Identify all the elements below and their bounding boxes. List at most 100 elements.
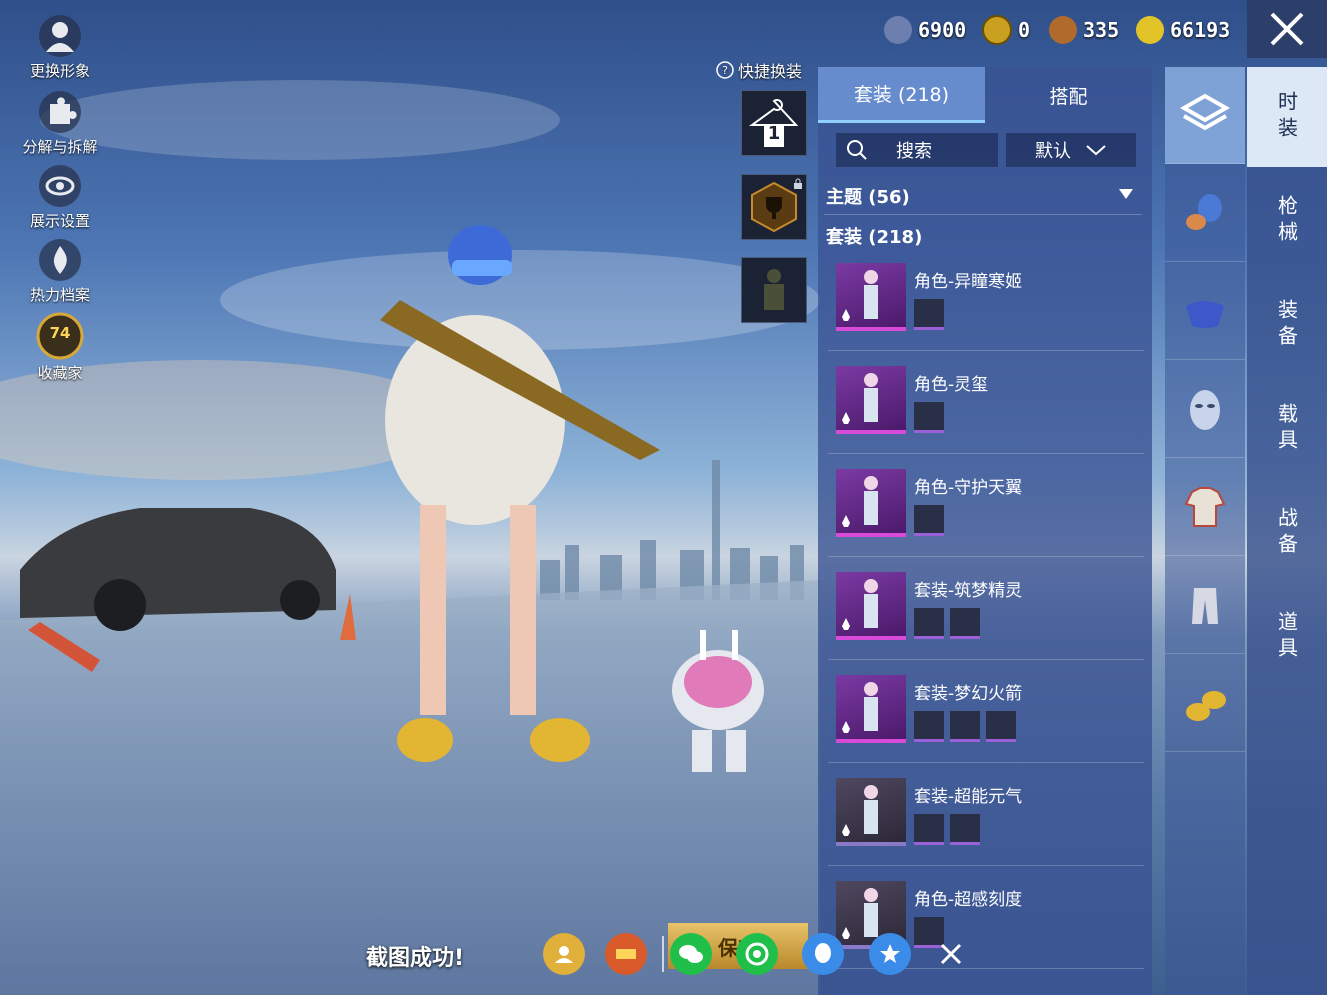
suit-list-item[interactable]: 套装-筑梦精灵 <box>828 566 1144 660</box>
suit-part-thumbnail[interactable] <box>914 814 944 845</box>
qzone-star-icon <box>880 944 900 963</box>
category-face[interactable] <box>1165 361 1245 458</box>
character-figure-icon <box>842 270 878 321</box>
triangle-down-icon[interactable] <box>1118 188 1134 200</box>
tab-weapons[interactable]: 枪械 <box>1247 171 1327 271</box>
share-wechat-button[interactable] <box>670 933 712 975</box>
item-divider <box>828 556 1144 557</box>
close-button[interactable] <box>1247 0 1327 58</box>
sort-dropdown[interactable]: 默认 <box>1006 133 1136 167</box>
suit-list-item[interactable]: 角色-灵玺 <box>828 360 1144 454</box>
quick-outfit-slot-3[interactable] <box>741 257 807 323</box>
quick-change-label: 快捷换装 <box>738 62 803 81</box>
puzzle-icon <box>39 91 81 133</box>
change-avatar-label: 更换形象 <box>29 62 90 80</box>
suit-name: 角色-灵玺 <box>914 375 989 395</box>
tab-gear-label: 战备 <box>1274 507 1299 559</box>
close-icon <box>940 943 962 965</box>
heat-archive-button[interactable]: 热力档案 <box>14 238 106 305</box>
category-mask[interactable] <box>1165 263 1245 360</box>
section-theme[interactable]: 主题 (56) <box>826 183 910 209</box>
quick-change-help[interactable]: ? 快捷换装 <box>716 58 802 82</box>
pants-icon <box>1192 588 1218 624</box>
suit-part-thumbnail[interactable] <box>986 711 1016 742</box>
uc-coin-icon <box>884 16 912 44</box>
svg-text:?: ? <box>722 64 728 77</box>
suit-list-item[interactable]: 套装-梦幻火箭 <box>828 669 1144 763</box>
collector-button[interactable]: 74 收藏家 <box>14 312 106 383</box>
suit-part-thumbnail[interactable] <box>950 608 980 639</box>
suit-name: 角色-超感刻度 <box>914 890 1023 910</box>
tab-fashion-label: 时装 <box>1274 91 1299 143</box>
suit-thumbnail <box>836 572 906 640</box>
share-qq-button[interactable] <box>802 933 844 975</box>
decompose-button[interactable]: 分解与拆解 <box>14 90 106 157</box>
share-qzone-button[interactable] <box>869 933 911 975</box>
share-close-button[interactable] <box>930 933 972 975</box>
tab-suits[interactable]: 套装 (218) <box>818 67 985 123</box>
currency-bronze[interactable]: 335 <box>1049 12 1119 48</box>
suit-thumbnail <box>836 675 906 743</box>
moments-icon <box>745 942 769 966</box>
flame-icon <box>39 239 81 281</box>
tab-equipment[interactable]: 装备 <box>1247 275 1327 375</box>
suit-part-thumbnail[interactable] <box>914 608 944 639</box>
screenshot-success-text: 截图成功! <box>366 946 465 971</box>
share-profile-button[interactable] <box>543 933 585 975</box>
change-avatar-button[interactable]: 更换形象 <box>14 14 106 81</box>
share-moments-button[interactable] <box>736 933 778 975</box>
item-divider <box>828 453 1144 454</box>
suit-part-thumbnail[interactable] <box>950 711 980 742</box>
tab-vehicles-label: 载具 <box>1274 403 1299 455</box>
decompose-label: 分解与拆解 <box>22 138 98 156</box>
tab-fashion[interactable]: 时装 <box>1247 67 1327 167</box>
section-suit-label: 套装 (218) <box>826 227 923 248</box>
category-bottom[interactable] <box>1165 557 1245 654</box>
suit-name: 角色-异瞳寒姬 <box>914 272 1023 292</box>
suit-part-thumbnail[interactable] <box>950 814 980 845</box>
suit-name: 套装-梦幻火箭 <box>914 684 1023 704</box>
headwear-icon <box>1186 194 1222 230</box>
tab-match[interactable]: 搭配 <box>985 67 1152 123</box>
suit-part-thumbnail[interactable] <box>914 505 944 536</box>
suit-list-item[interactable]: 角色-守护天翼 <box>828 463 1144 557</box>
category-shoes[interactable] <box>1165 655 1245 752</box>
tab-items[interactable]: 道具 <box>1247 587 1327 687</box>
collector-label: 收藏家 <box>37 364 83 382</box>
currency-uc[interactable]: 6900 <box>884 12 966 48</box>
category-headwear[interactable] <box>1165 165 1245 262</box>
currency-ag[interactable]: 0 <box>982 12 1030 48</box>
sort-label: 默认 <box>1035 141 1071 162</box>
currency-bp[interactable]: 66193 <box>1136 12 1230 48</box>
tab-gear[interactable]: 战备 <box>1247 483 1327 583</box>
avatar-icon <box>39 15 81 57</box>
suit-part-thumbnail[interactable] <box>914 299 944 330</box>
tab-weapons-label: 枪械 <box>1274 195 1299 247</box>
tab-suits-label: 套装 (218) <box>853 84 950 106</box>
suit-thumbnail <box>836 263 906 331</box>
ag-value: 0 <box>1018 18 1031 42</box>
suit-name: 套装-超能元气 <box>914 787 1023 807</box>
top-clothing-icon <box>1184 487 1226 527</box>
suit-list-item[interactable]: 套装-超能元气 <box>828 772 1144 866</box>
mask-icon <box>1186 301 1224 328</box>
face-icon <box>1190 390 1220 430</box>
suit-list-item[interactable]: 角色-异瞳寒姬 <box>828 257 1144 351</box>
category-strip <box>1165 67 1245 995</box>
category-wardrobe[interactable] <box>1165 67 1245 164</box>
profile-icon <box>555 946 573 963</box>
search-input[interactable]: 搜索 <box>836 133 998 167</box>
suit-part-thumbnail[interactable] <box>914 711 944 742</box>
tab-vehicles[interactable]: 载具 <box>1247 379 1327 479</box>
display-settings-button[interactable]: 展示设置 <box>14 164 106 231</box>
category-top[interactable] <box>1165 459 1245 556</box>
quick-outfit-slot-2[interactable] <box>741 174 807 240</box>
tab-items-label: 道具 <box>1274 611 1299 663</box>
suit-part-thumbnail[interactable] <box>914 402 944 433</box>
quick-outfit-slot-1[interactable]: 1 <box>741 90 807 156</box>
game-logo-icon <box>616 949 636 959</box>
suit-thumbnail <box>836 469 906 537</box>
item-divider <box>828 350 1144 351</box>
share-peace-elite-button[interactable] <box>605 933 647 975</box>
display-settings-label: 展示设置 <box>29 212 90 230</box>
